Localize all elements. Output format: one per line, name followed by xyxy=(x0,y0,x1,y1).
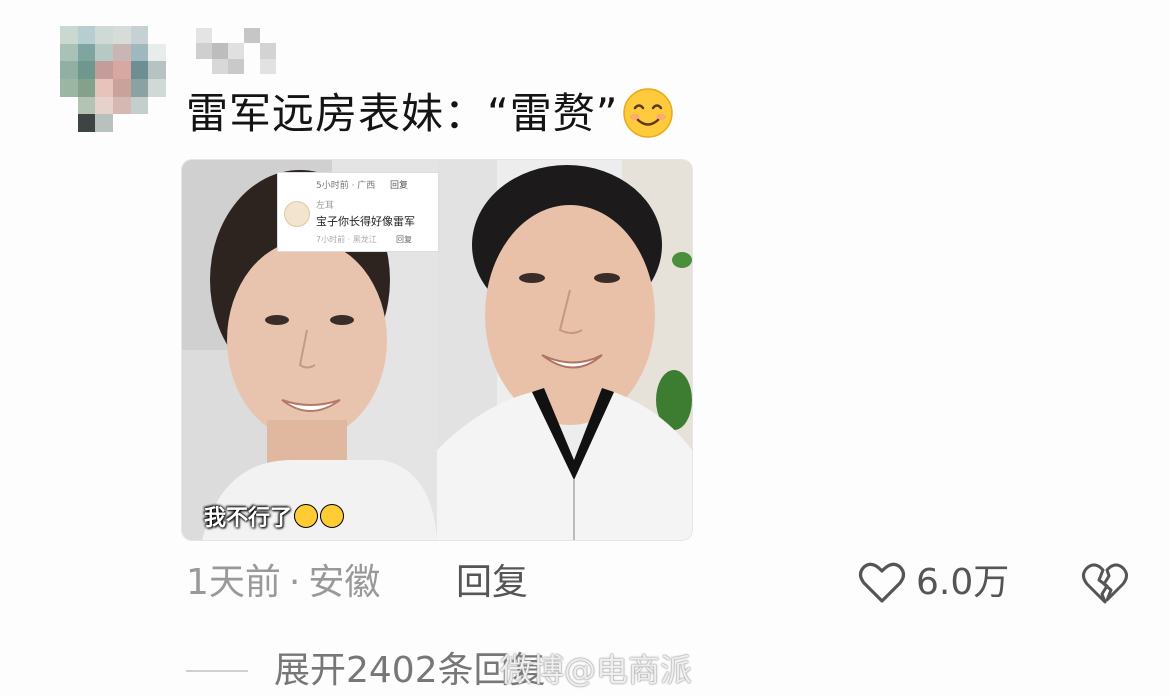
inset-top-meta: 5小时前 · 广西 xyxy=(316,181,376,191)
like-count: 6.0万 xyxy=(916,562,1010,603)
watermark: 微博@电商派 xyxy=(500,651,693,689)
meta-separator: · xyxy=(288,562,301,603)
username-blurred[interactable] xyxy=(196,28,276,74)
expand-replies-button[interactable]: 展开2402条回复 xyxy=(186,648,546,694)
image-caption: 我不行了 xyxy=(204,500,345,532)
avatar[interactable] xyxy=(60,26,166,132)
like-button[interactable]: 6.0万 xyxy=(858,560,1009,606)
inset-bottom-reply: 回复 xyxy=(396,235,412,244)
smiling-face-emoji-icon xyxy=(622,88,673,138)
comment-screen: 雷军远房表妹：“雷赘” 5小时前 · 广西 回复 左耳 宝子你长得好像雷军 7小… xyxy=(0,0,1170,695)
broken-heart-icon[interactable] xyxy=(1080,560,1130,606)
comment-time: 1天前 xyxy=(186,562,281,603)
comment-body: 雷军远房表妹：“雷赘” xyxy=(186,89,619,138)
comment-location: 安徽 xyxy=(308,562,381,603)
inset-username: 左耳 xyxy=(316,201,335,211)
rolling-laugh-emoji-icon xyxy=(320,504,345,528)
laughing-emoji-icon xyxy=(294,504,319,528)
reply-button[interactable]: 回复 xyxy=(456,560,528,606)
image-caption-text: 我不行了 xyxy=(204,506,293,531)
inset-avatar xyxy=(284,201,310,227)
inset-comment-screenshot: 5小时前 · 广西 回复 左耳 宝子你长得好像雷军 7小时前 · 黑龙江 回复 xyxy=(277,172,439,252)
comment-text: 雷军远房表妹：“雷赘” xyxy=(186,86,675,142)
inset-comment-text: 宝子你长得好像雷军 xyxy=(316,215,415,228)
inset-bottom-meta: 7小时前 · 黑龙江 xyxy=(316,235,377,244)
comment-image[interactable]: 5小时前 · 广西 回复 左耳 宝子你长得好像雷军 7小时前 · 黑龙江 回复 … xyxy=(182,160,692,540)
inset-top-reply: 回复 xyxy=(390,181,409,191)
expand-divider xyxy=(186,670,248,672)
comment-meta: 1天前 · 安徽 xyxy=(186,560,380,606)
heart-icon xyxy=(858,562,906,603)
